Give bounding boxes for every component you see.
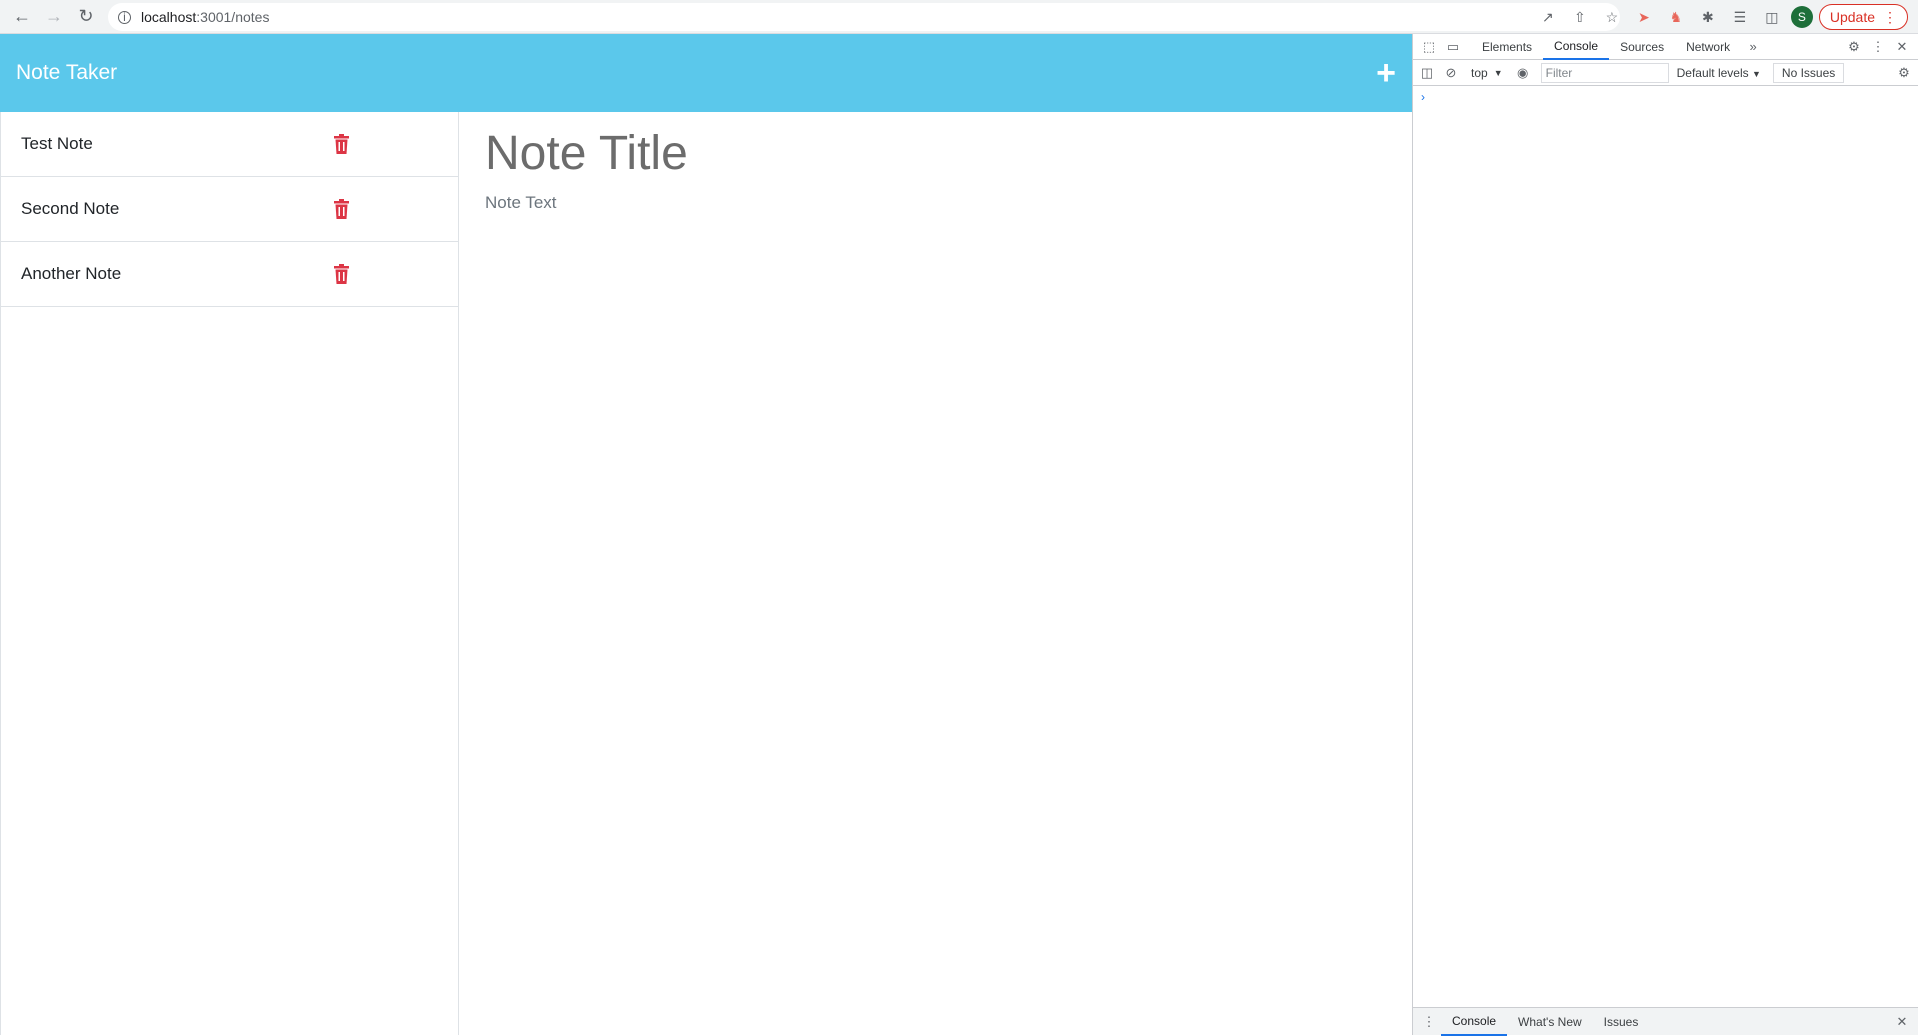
tab-network[interactable]: Network [1675, 34, 1741, 60]
note-label[interactable]: Test Note [21, 134, 93, 154]
note-text-input[interactable]: Note Text [485, 193, 1386, 213]
bookmark-star-icon[interactable]: ☆ [1599, 4, 1625, 30]
log-levels-dropdown[interactable]: Default levels ▼ [1677, 66, 1761, 80]
close-icon[interactable]: ✕ [1890, 35, 1914, 59]
tab-console[interactable]: Console [1543, 34, 1610, 60]
sidebar-toggle-icon[interactable]: ◫ [1415, 61, 1439, 85]
dropdown-arrow-icon: ▼ [1752, 68, 1761, 79]
drawer-tab-console[interactable]: Console [1441, 1008, 1508, 1036]
devtools-drawer: ⋮ Console What's New Issues ✕ [1413, 1007, 1918, 1036]
more-tabs-icon[interactable]: » [1741, 35, 1765, 59]
context-selector[interactable]: top ▼ [1463, 66, 1511, 80]
share-icon[interactable]: ⇧ [1567, 4, 1593, 30]
address-bar[interactable]: i localhost:3001/notes [108, 3, 1620, 31]
drawer-tab-whats-new[interactable]: What's New [1507, 1008, 1593, 1036]
console-prompt-icon[interactable]: › [1413, 86, 1918, 108]
app-header: Note Taker + [0, 34, 1412, 112]
side-panel-icon[interactable]: ◫ [1759, 4, 1785, 30]
tab-sources[interactable]: Sources [1609, 34, 1675, 60]
note-list: Test Note Second Note Another Note [0, 112, 459, 1035]
back-icon[interactable]: ← [6, 2, 38, 32]
devtools-panel: ⬚ ▭ Elements Console Sources Network » ⚙… [1412, 34, 1918, 1036]
more-vert-icon[interactable]: ⋮ [1866, 35, 1890, 59]
drawer-close-icon[interactable]: ✕ [1890, 1010, 1914, 1034]
add-note-icon[interactable]: + [1376, 56, 1396, 90]
update-button[interactable]: Update ⋮ [1818, 4, 1908, 30]
info-icon[interactable]: i [118, 10, 131, 24]
device-toolbar-icon[interactable]: ▭ [1441, 35, 1465, 59]
clear-console-icon[interactable]: ⊘ [1439, 61, 1463, 85]
console-settings-icon[interactable]: ⚙ [1892, 61, 1916, 85]
list-item[interactable]: Another Note [1, 242, 458, 307]
issues-button[interactable]: No Issues [1772, 62, 1845, 83]
list-item[interactable]: Second Note [1, 177, 458, 242]
list-item[interactable]: Test Note [1, 112, 458, 177]
note-label[interactable]: Second Note [21, 199, 119, 219]
note-label[interactable]: Another Note [21, 264, 121, 284]
extension-arrow-icon[interactable]: ➤ [1631, 4, 1657, 30]
inspect-element-icon[interactable]: ⬚ [1417, 35, 1441, 59]
drawer-tab-issues[interactable]: Issues [1593, 1008, 1650, 1036]
note-title-input[interactable]: Note Title [485, 126, 1386, 181]
forward-icon[interactable]: → [38, 2, 70, 32]
eye-icon[interactable]: ◉ [1511, 61, 1535, 85]
trash-icon[interactable] [334, 134, 349, 154]
extension-icon[interactable]: ♞ [1663, 4, 1689, 30]
browser-toolbar: ← → ↻ i localhost:3001/notes ↗ ⇧ ☆ ➤ ♞ ✱… [0, 0, 1918, 34]
url-text[interactable]: localhost:3001/notes [141, 9, 269, 25]
filter-input[interactable]: Filter [1540, 62, 1669, 83]
tab-elements[interactable]: Elements [1471, 34, 1543, 60]
trash-icon[interactable] [334, 199, 349, 219]
more-vert-icon: ⋮ [1883, 8, 1897, 25]
note-taker-app: Note Taker + Test Note Second Note Anoth… [0, 34, 1412, 1035]
trash-icon[interactable] [334, 264, 349, 284]
reload-icon[interactable]: ↻ [70, 2, 102, 32]
profile-avatar[interactable]: S [1790, 6, 1813, 28]
console-toolbar: ◫ ⊘ top ▼ ◉ Filter Default levels ▼ No Is… [1413, 60, 1918, 86]
app-title: Note Taker [16, 61, 118, 84]
drawer-menu-icon[interactable]: ⋮ [1417, 1010, 1441, 1034]
note-editor: Note Title Note Text [459, 112, 1412, 1035]
devtools-tabbar: ⬚ ▭ Elements Console Sources Network » ⚙… [1413, 34, 1918, 60]
open-external-icon[interactable]: ↗ [1535, 4, 1561, 30]
media-icon[interactable]: ☰ [1727, 4, 1753, 30]
dropdown-arrow-icon: ▼ [1493, 67, 1503, 78]
settings-gear-icon[interactable]: ⚙ [1842, 35, 1866, 59]
puzzle-icon[interactable]: ✱ [1695, 4, 1721, 30]
